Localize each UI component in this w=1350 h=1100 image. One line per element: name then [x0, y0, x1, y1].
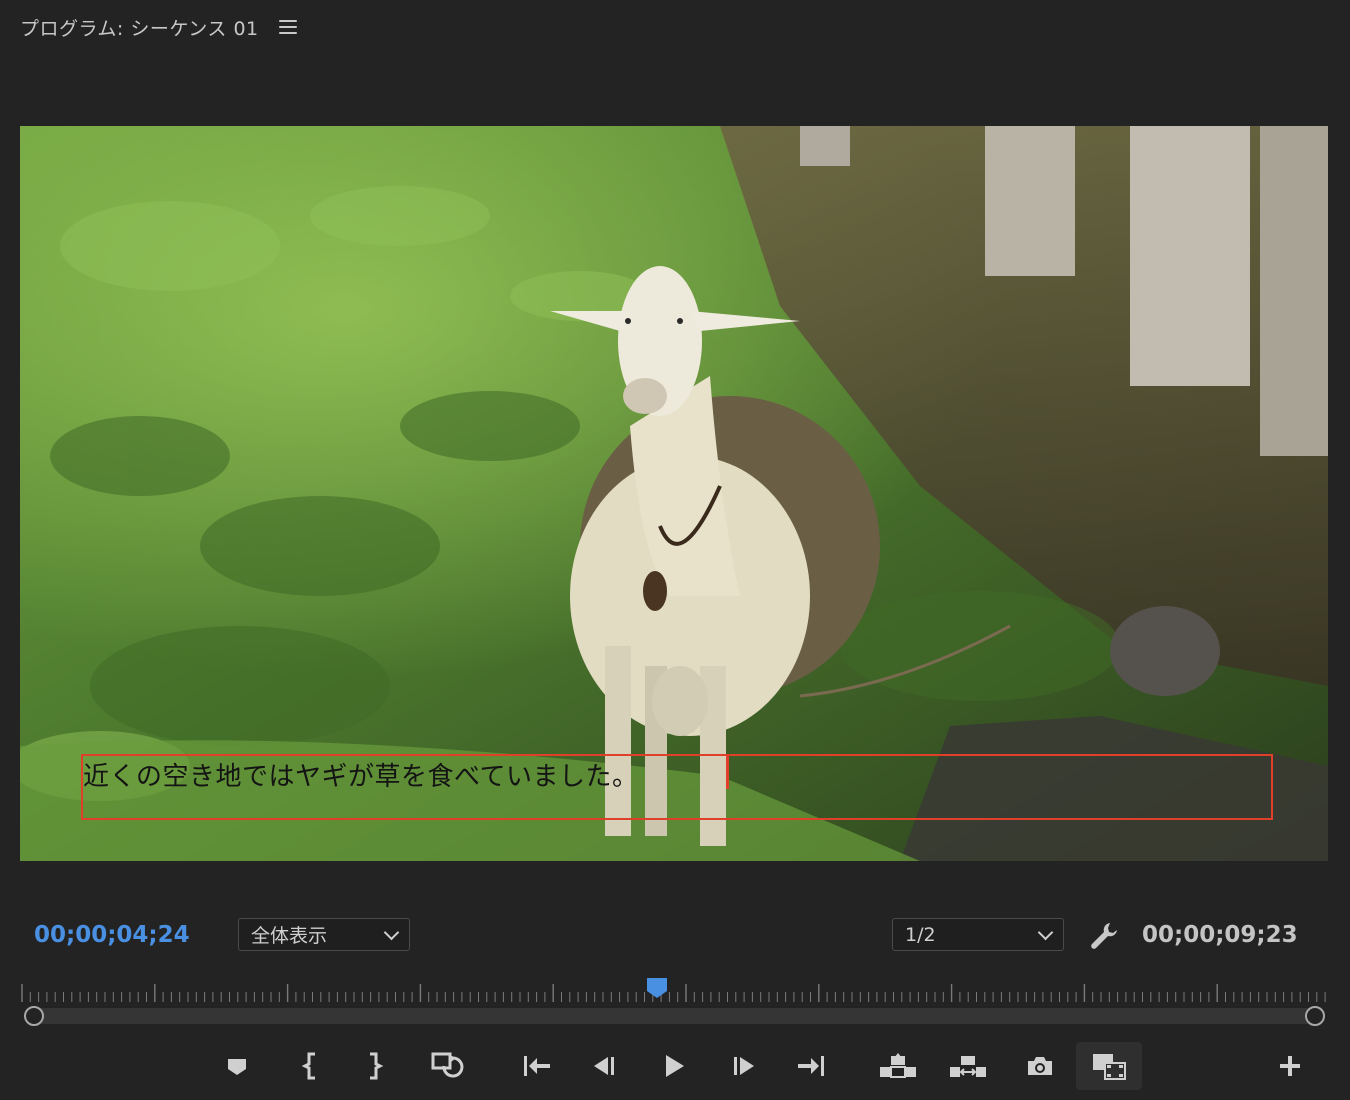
duration-timecode: 00;00;09;23: [1142, 922, 1298, 948]
step-back-frame-button[interactable]: [582, 1042, 626, 1090]
panel-title[interactable]: プログラム: シーケンス 01: [20, 14, 259, 41]
step-forward-icon: [734, 1057, 754, 1075]
text-cursor: [726, 755, 729, 789]
zoom-scroll-left-handle[interactable]: [24, 1006, 44, 1026]
export-frame-button[interactable]: [1018, 1042, 1062, 1090]
time-ruler[interactable]: [20, 978, 1328, 1004]
step-back-button[interactable]: [514, 1042, 558, 1090]
zoom-scroll-bar[interactable]: [26, 1008, 1324, 1024]
mark-in-button[interactable]: [289, 1042, 333, 1090]
panel-header: プログラム: シーケンス 01: [20, 12, 297, 42]
lift-button[interactable]: [876, 1042, 920, 1090]
comparison-view-icon: [1093, 1054, 1126, 1080]
step-back-frame-icon: [594, 1057, 614, 1075]
play-icon: [666, 1055, 684, 1077]
chevron-down-icon: [383, 924, 400, 940]
go-to-in-icon: [431, 1052, 464, 1078]
go-to-out-icon: [798, 1056, 824, 1076]
mark-out-icon: [370, 1052, 384, 1080]
step-forward-button[interactable]: [722, 1042, 766, 1090]
zoom-level-select[interactable]: 全体表示: [238, 918, 410, 951]
caption-text[interactable]: 近くの空き地ではヤギが草を食べていました。: [83, 756, 638, 793]
mark-in-icon: [301, 1052, 315, 1080]
zoom-scroll-right-handle[interactable]: [1305, 1006, 1325, 1026]
step-back-icon: [524, 1056, 550, 1076]
hamburger-menu-icon[interactable]: [278, 20, 297, 34]
playback-resolution-value: 1/2: [905, 923, 936, 946]
mark-out-button[interactable]: [352, 1042, 396, 1090]
chevron-down-icon: [1037, 924, 1054, 940]
button-editor-button[interactable]: [1268, 1042, 1312, 1090]
lift-icon: [880, 1053, 916, 1078]
extract-button[interactable]: [946, 1042, 990, 1090]
marker-icon: [228, 1059, 246, 1075]
play-button[interactable]: [652, 1042, 696, 1090]
transport-controls: [0, 1042, 1350, 1090]
extract-icon: [950, 1056, 986, 1077]
video-frame: [20, 126, 1328, 861]
plus-icon: [1280, 1056, 1300, 1076]
go-to-in-button[interactable]: [425, 1042, 469, 1090]
playback-resolution-select[interactable]: 1/2: [892, 918, 1064, 951]
camera-icon: [1028, 1057, 1052, 1075]
wrench-icon[interactable]: [1088, 920, 1120, 952]
comparison-view-button[interactable]: [1076, 1042, 1142, 1090]
playhead-handle[interactable]: [646, 977, 668, 999]
program-monitor-viewer[interactable]: 近くの空き地ではヤギが草を食べていました。: [20, 126, 1328, 861]
add-marker-button[interactable]: [215, 1042, 259, 1090]
go-to-out-button[interactable]: [790, 1042, 834, 1090]
zoom-level-value: 全体表示: [251, 925, 328, 947]
current-timecode[interactable]: 00;00;04;24: [34, 922, 190, 948]
